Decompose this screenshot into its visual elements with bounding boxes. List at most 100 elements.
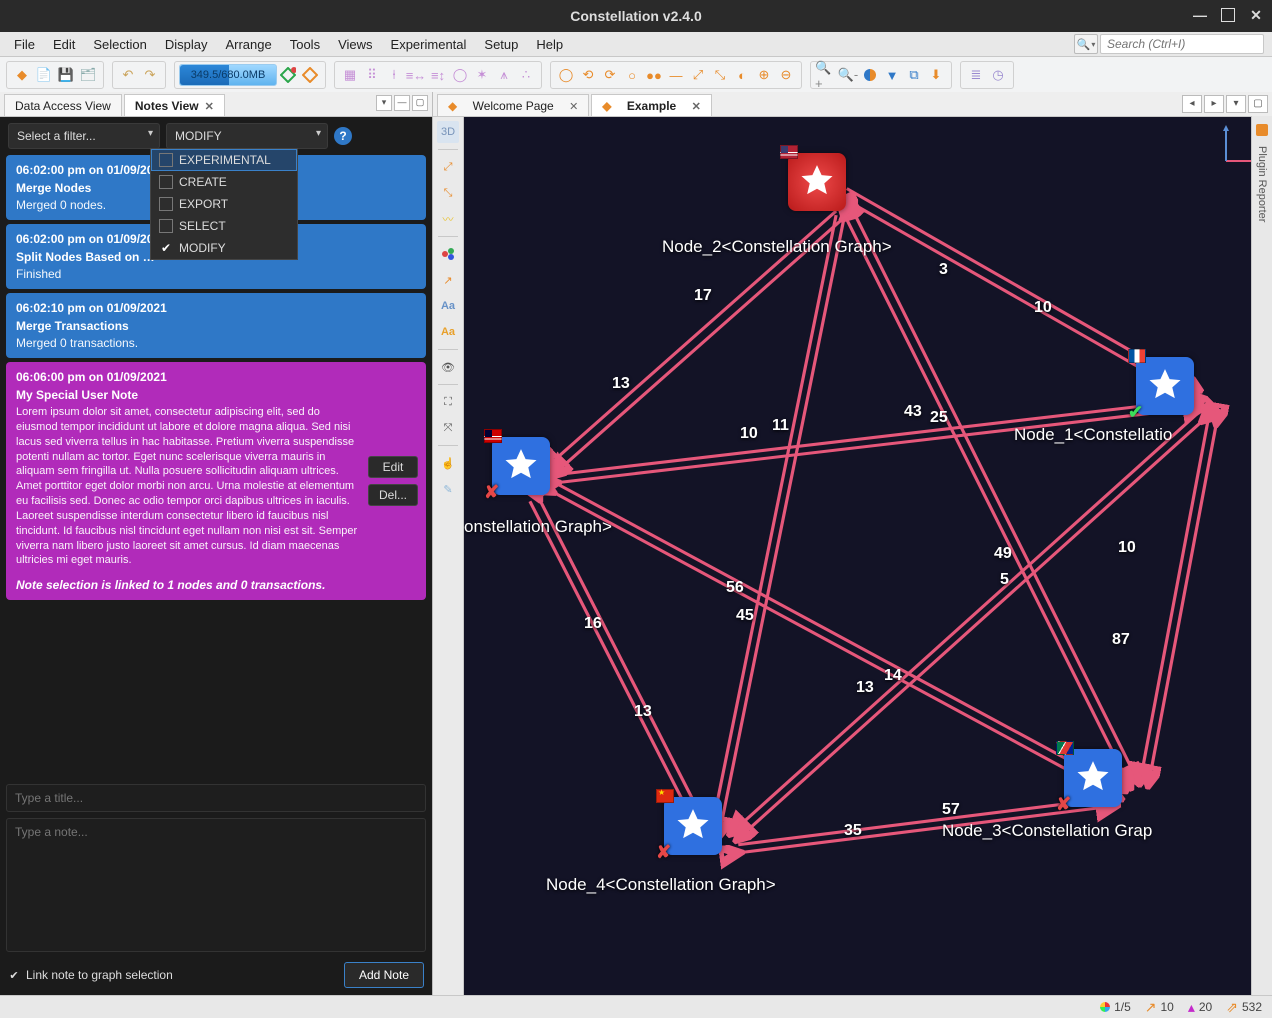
dropdown-opt-create[interactable]: CREATE [151,171,297,193]
menu-file[interactable]: File [6,35,43,54]
menu-display[interactable]: Display [157,35,216,54]
dim-mode-green-icon[interactable] [277,64,299,86]
menu-arrange[interactable]: Arrange [217,35,279,54]
modify-select[interactable]: MODIFY [166,123,328,149]
pane-maximize-icon[interactable]: ▢ [412,95,428,111]
note-card[interactable]: 06:02:10 pm on 01/09/2021 Merge Transact… [6,293,426,358]
dim-mode-orange-icon[interactable] [299,64,321,86]
tab-maximize[interactable]: ▢ [1248,95,1268,113]
close-icon[interactable]: ✕ [205,100,214,113]
open-icon[interactable]: 📄 [33,64,55,86]
select-nodes-icon[interactable]: ●● [643,64,665,86]
select-all-icon[interactable]: ◯ [555,64,577,86]
close-icon[interactable]: ✕ [692,100,701,113]
tool-color-icon[interactable] [437,243,459,265]
save-all-icon[interactable]: 🗂 [77,64,99,86]
half-circle-icon[interactable] [859,64,881,86]
maximize-button[interactable] [1216,4,1240,26]
pane-minimize-icon[interactable]: — [394,95,410,111]
tab-nav-next[interactable]: ▸ [1204,95,1224,113]
tool-label-icon[interactable]: Aa [437,295,459,317]
tool-shimmer-icon[interactable]: 〰 [437,208,459,230]
menu-edit[interactable]: Edit [45,35,83,54]
close-icon[interactable]: ✕ [569,100,578,113]
dropdown-opt-export[interactable]: EXPORT [151,193,297,215]
select-edges-icon[interactable]: — [665,64,687,86]
filter-select[interactable]: Select a filter... [8,123,160,149]
layout-cluster-icon[interactable]: ∴ [515,64,537,86]
tool-eye-icon[interactable]: 👁 [437,356,459,378]
layout-tree-icon[interactable]: ⍿ [383,64,405,86]
new-graph-icon[interactable]: ◆ [11,64,33,86]
dropdown-opt-experimental[interactable]: EXPERIMENTAL [151,149,297,171]
tab-nav-prev[interactable]: ◂ [1182,95,1202,113]
tool-fullscreen-icon[interactable]: ⛶ [437,391,459,413]
tool-compress-icon[interactable]: ⤧ [437,417,459,439]
memory-indicator[interactable]: 349.5/680.0MB [179,64,277,86]
tool-label2-icon[interactable]: Aa [437,321,459,343]
select-none-icon[interactable]: ○ [621,64,643,86]
graph-node-2[interactable] [788,153,846,211]
graph-node-3[interactable]: ✘ [1064,749,1122,807]
bars-icon[interactable]: ≣ [965,64,987,86]
graph-node-1[interactable]: ✔ [1136,357,1194,415]
zoom-out-icon[interactable]: 🔍- [837,64,859,86]
tool-expand-icon[interactable]: ⤢ [437,156,459,178]
filter-icon[interactable]: ▼ [881,64,903,86]
plugin-reporter-label[interactable]: Plugin Reporter [1256,146,1268,222]
select-fwd-icon[interactable]: ⟲ [577,64,599,86]
tool-cursor-icon[interactable]: ☝ [437,452,459,474]
mode-3d-icon[interactable]: 3D [437,121,459,143]
graph-canvas[interactable]: 17 13 3 10 11 10 56 45 43 25 49 5 16 13 … [464,117,1272,996]
menu-setup[interactable]: Setup [476,35,526,54]
plugin-reporter-icon[interactable] [1254,122,1270,138]
note-card-user[interactable]: 06:06:00 pm on 01/09/2021 My Special Use… [6,362,426,600]
tool-pencil-icon[interactable]: ✎ [437,478,459,500]
delete-note-button[interactable]: Del... [368,484,418,506]
close-button[interactable]: ✕ [1244,4,1268,26]
menu-selection[interactable]: Selection [85,35,154,54]
clock-icon[interactable]: ◷ [987,64,1009,86]
save-icon[interactable]: 💾 [55,64,77,86]
menu-tools[interactable]: Tools [282,35,328,54]
layout-circle-icon[interactable]: ◯ [449,64,471,86]
menu-views[interactable]: Views [330,35,380,54]
tab-welcome[interactable]: ◆ Welcome Page ✕ [437,94,589,116]
graph-node-4[interactable]: ✘ [664,797,722,855]
search-input[interactable] [1100,34,1264,54]
dropdown-opt-select[interactable]: SELECT [151,215,297,237]
tab-data-access-view[interactable]: Data Access View [4,94,122,116]
minimize-button[interactable]: — [1188,4,1212,26]
copy-icon[interactable]: ⧉ [903,64,925,86]
layout-hier-icon[interactable]: ⩚ [493,64,515,86]
layout-radial-icon[interactable]: ✶ [471,64,493,86]
dropdown-opt-modify[interactable]: ✔MODIFY [151,237,297,259]
layout-dots-icon[interactable]: ⠿ [361,64,383,86]
select-inverse-icon[interactable]: ◐ [731,64,753,86]
select-back-icon[interactable]: ⟳ [599,64,621,86]
layout-grid-icon[interactable]: ▦ [339,64,361,86]
tab-notes-view[interactable]: Notes View✕ [124,94,225,116]
help-icon[interactable]: ? [334,127,352,145]
menu-experimental[interactable]: Experimental [383,35,475,54]
zoom-in-icon[interactable]: 🔍+ [815,64,837,86]
menu-help[interactable]: Help [528,35,571,54]
redo-icon[interactable]: ↷ [139,64,161,86]
graph-node-0[interactable]: ✘ [492,437,550,495]
select-grow-icon[interactable]: ⊕ [753,64,775,86]
select-shrink-icon[interactable]: ⤡ [709,64,731,86]
tab-list-dropdown[interactable]: ▾ [1226,95,1246,113]
pane-dropdown-icon[interactable]: ▾ [376,95,392,111]
edit-note-button[interactable]: Edit [368,456,418,478]
add-note-button[interactable]: Add Note [344,962,424,988]
tool-arrow-icon[interactable]: ↗ [437,269,459,291]
note-body-input[interactable] [6,818,426,952]
tab-example[interactable]: ◆ Example ✕ [591,94,712,116]
layout-horiz-icon[interactable]: ≡↔ [405,64,427,86]
tool-diag-icon[interactable]: ⤡ [437,182,459,204]
select-expand-icon[interactable]: ⤢ [687,64,709,86]
search-scope-button[interactable]: 🔍▾ [1074,34,1098,54]
note-title-input[interactable] [6,784,426,812]
undo-icon[interactable]: ↶ [117,64,139,86]
link-note-checkbox[interactable]: ✔Link note to graph selection [8,968,173,982]
